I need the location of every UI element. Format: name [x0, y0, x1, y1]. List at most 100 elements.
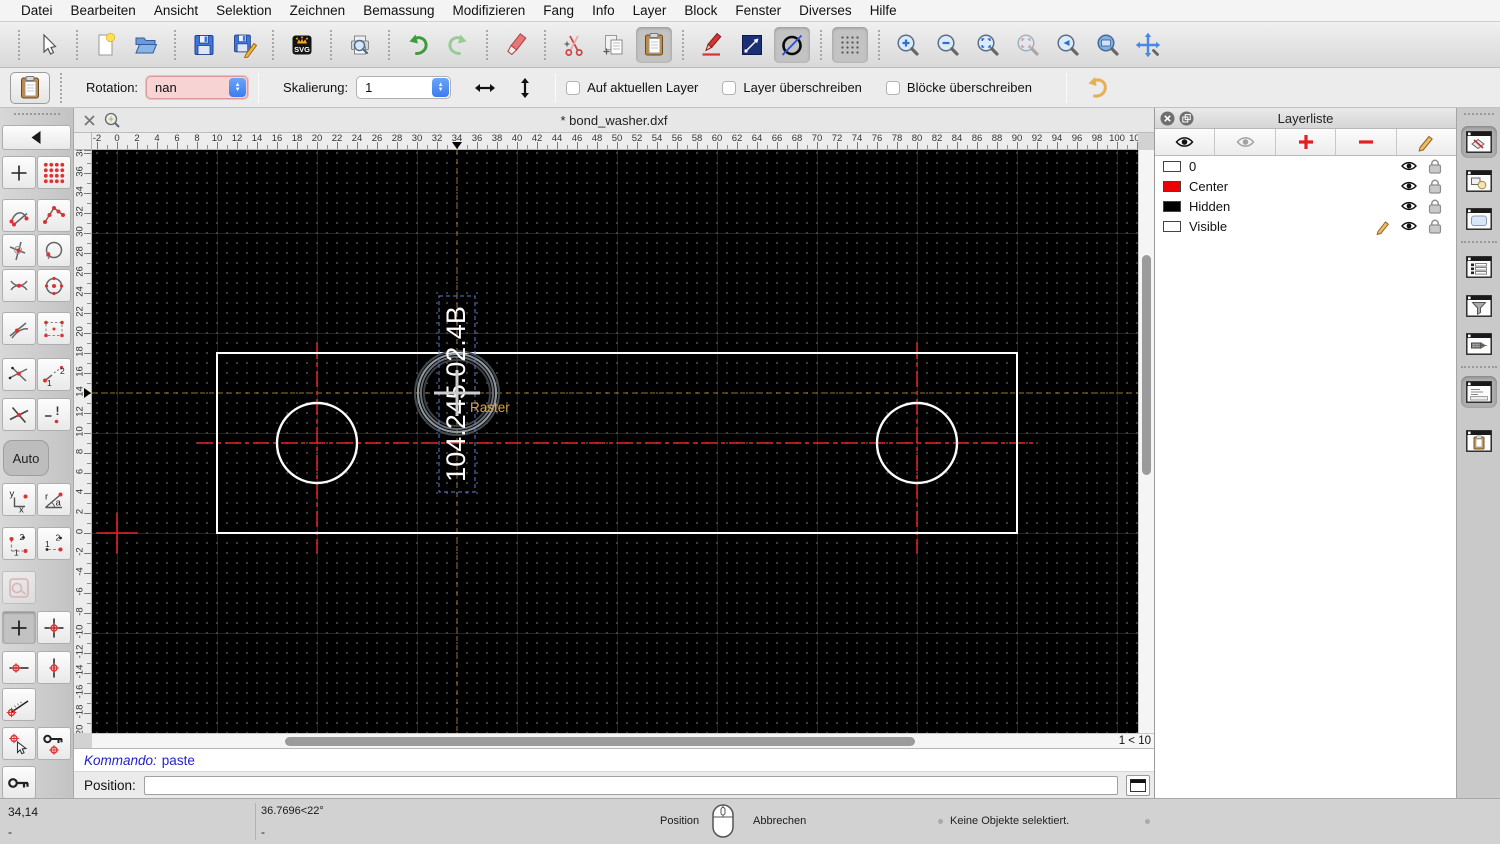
back-button[interactable] — [2, 125, 71, 150]
open-file-button[interactable] — [128, 27, 164, 63]
restrict-angle-button[interactable] — [2, 688, 36, 721]
command-history-button[interactable] — [1126, 774, 1150, 796]
layer-list-panel-toggle-button[interactable] — [1461, 126, 1497, 158]
menu-item-bearbeiten[interactable]: Bearbeiten — [62, 3, 145, 18]
layer-visibility-eye-icon[interactable] — [1400, 159, 1418, 173]
layer-visibility-eye-icon[interactable] — [1400, 219, 1418, 233]
relative-polar-button[interactable]: 12 — [37, 527, 71, 560]
panel-close-icon[interactable] — [1160, 111, 1175, 129]
restrict-vertical-button[interactable] — [37, 651, 71, 684]
checkbox-icon[interactable] — [566, 80, 581, 95]
vertical-scrollbar[interactable] — [1138, 150, 1154, 733]
menu-item-fenster[interactable]: Fenster — [726, 3, 790, 18]
menu-item-layer[interactable]: Layer — [624, 3, 676, 18]
menu-item-selektion[interactable]: Selektion — [207, 3, 281, 18]
cut-button[interactable] — [556, 27, 592, 63]
checkbox-icon[interactable] — [885, 80, 900, 95]
undo-button[interactable] — [400, 27, 436, 63]
layer-row-center[interactable]: Center — [1155, 176, 1456, 196]
paste-tool-button[interactable] — [10, 71, 50, 104]
draw-pencil-button[interactable] — [694, 27, 730, 63]
snap-intersection-manual-button[interactable] — [2, 358, 36, 391]
auto-snap-button[interactable]: Auto — [3, 440, 49, 476]
strip-drag-handle[interactable] — [1463, 113, 1494, 115]
snap-on-entity-button[interactable] — [37, 234, 71, 267]
property-editor-panel-toggle-button[interactable] — [1461, 251, 1497, 283]
snap-intersection-button[interactable] — [2, 398, 36, 431]
line-tool-button[interactable] — [734, 27, 770, 63]
horizontal-scrollbar[interactable] — [92, 733, 1110, 748]
clipboard-panel-toggle-button[interactable] — [1461, 425, 1497, 457]
menu-item-modifizieren[interactable]: Modifizieren — [444, 3, 535, 18]
scrollbar-thumb[interactable] — [285, 737, 915, 746]
snap-points-on-entity-button[interactable] — [37, 199, 71, 232]
view-list-panel-toggle-button[interactable] — [1461, 203, 1497, 235]
block-list-panel-toggle-button[interactable] — [1461, 165, 1497, 197]
restrict-none-button[interactable] — [2, 611, 36, 644]
set-relative-zero-button[interactable] — [2, 727, 36, 760]
cursor-arrow-button[interactable] — [30, 27, 66, 63]
menu-item-fang[interactable]: Fang — [534, 3, 583, 18]
menu-item-block[interactable]: Block — [675, 3, 726, 18]
layer-lock-icon[interactable] — [1426, 178, 1444, 194]
snap-center-button[interactable] — [37, 269, 71, 302]
paste-button[interactable] — [636, 26, 672, 63]
drawing-canvas[interactable]: 104.245.02.4B Raster — [92, 150, 1138, 733]
flip-vertical-button[interactable] — [505, 72, 545, 104]
selection-filter-panel-toggle-button[interactable] — [1461, 290, 1497, 322]
coordinate-cartesian-button[interactable]: yx — [2, 483, 36, 516]
save-file-as-button[interactable] — [226, 27, 262, 63]
menu-item-diverses[interactable]: Diverses — [790, 3, 861, 18]
snap-reference-points-button[interactable] — [37, 312, 71, 345]
flip-horizontal-button[interactable] — [465, 72, 505, 104]
layer-lock-icon[interactable] — [1426, 198, 1444, 214]
panel-undock-icon[interactable] — [1179, 111, 1194, 129]
checkbox-icon[interactable] — [722, 80, 737, 95]
menu-item-ansicht[interactable]: Ansicht — [145, 3, 207, 18]
layer-row-0[interactable]: 0 — [1155, 156, 1456, 176]
menu-item-bemassung[interactable]: Bemassung — [354, 3, 443, 18]
checkbox-blöcke-überschreiben[interactable]: Blöcke überschreiben — [885, 80, 1032, 95]
scale-combo[interactable]: 1 ▲ ▼ — [356, 76, 452, 99]
snap-perpendicular-button[interactable] — [2, 234, 36, 267]
new-file-button[interactable] — [88, 27, 124, 63]
snap-grid-button[interactable] — [37, 156, 71, 189]
checkbox-layer-überschreiben[interactable]: Layer überschreiben — [722, 80, 862, 95]
snap-endpoints-button[interactable] — [2, 199, 36, 232]
edit-layer-button[interactable] — [1396, 129, 1457, 155]
zoom-pan-button[interactable] — [1130, 27, 1166, 63]
coordinate-polar-button[interactable]: ra — [37, 483, 71, 516]
layer-lock-icon[interactable] — [1426, 218, 1444, 234]
zoom-previous-button[interactable] — [1050, 27, 1086, 63]
snap-free-button[interactable] — [2, 156, 36, 189]
relative-cartesian-button[interactable]: 12 — [2, 527, 36, 560]
menu-item-datei[interactable]: Datei — [12, 3, 62, 18]
reset-tool-button[interactable] — [1077, 72, 1117, 104]
menu-item-info[interactable]: Info — [583, 3, 624, 18]
print-preview-button[interactable] — [342, 27, 378, 63]
lock-relative-zero-button[interactable] — [37, 727, 71, 760]
layer-visibility-eye-icon[interactable] — [1400, 199, 1418, 213]
command-line[interactable]: Kommando: paste — [74, 748, 1154, 771]
remove-layer-button[interactable] — [1336, 129, 1397, 155]
modify-panel-toggle-button[interactable] — [1461, 328, 1497, 360]
add-layer-button[interactable] — [1275, 129, 1337, 155]
rotation-combo[interactable]: nan ▲ ▼ — [146, 76, 249, 99]
menu-item-zeichnen[interactable]: Zeichnen — [281, 3, 355, 18]
show-all-layers-button[interactable] — [1155, 129, 1216, 155]
redo-button[interactable] — [440, 27, 476, 63]
snap-tangent-button[interactable] — [2, 312, 36, 345]
lock-zero-button[interactable] — [2, 766, 36, 799]
stepper-icon[interactable]: ▲ ▼ — [229, 78, 247, 97]
layer-row-visible[interactable]: Visible — [1155, 216, 1456, 236]
checkbox-auf-aktuellen-layer[interactable]: Auf aktuellen Layer — [566, 80, 698, 95]
restrict-orthogonal-button[interactable] — [37, 611, 71, 644]
zoom-window-button[interactable] — [1090, 27, 1126, 63]
stepper-icon[interactable]: ▲ ▼ — [432, 78, 450, 97]
palette-drag-handle[interactable] — [13, 113, 60, 115]
grid-toggle-button[interactable] — [832, 26, 868, 63]
circle-tool-button[interactable] — [774, 26, 810, 63]
snap-middle-manual-button[interactable]: 12 — [37, 358, 71, 391]
save-file-button[interactable] — [186, 27, 222, 63]
hide-all-layers-button[interactable] — [1215, 129, 1276, 155]
